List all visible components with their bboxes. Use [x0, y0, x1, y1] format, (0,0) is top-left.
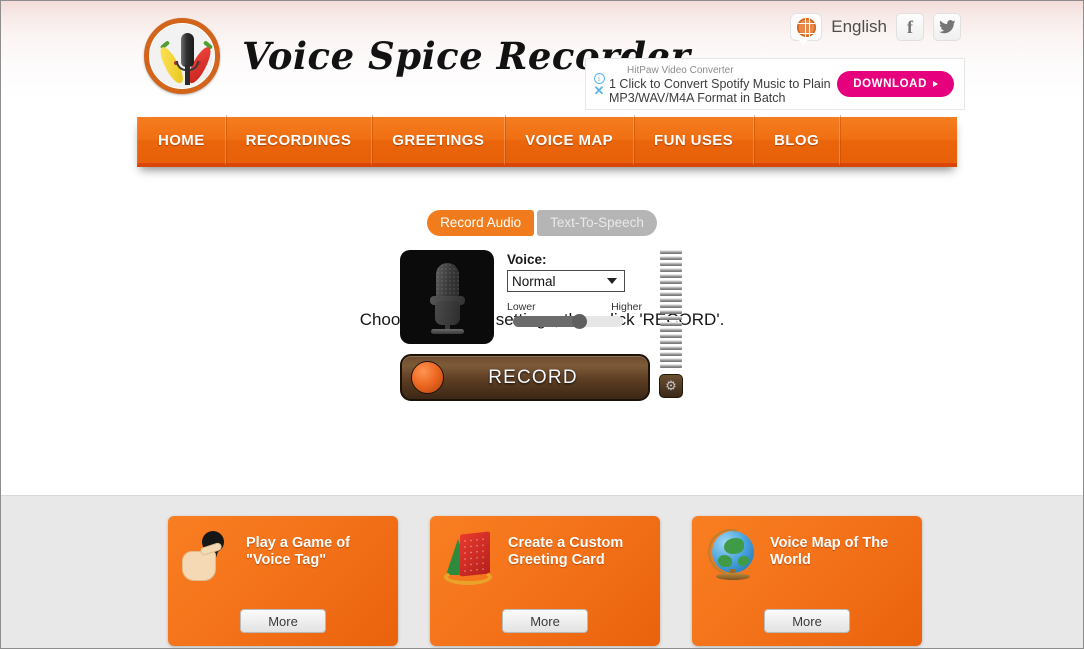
volume-meter-bar: [660, 340, 682, 344]
volume-meter-bar: [660, 358, 682, 362]
volume-meter-bar: [660, 328, 682, 332]
volume-meter-bar: [660, 352, 682, 356]
ad-headline-line1: 1 Click to Convert Spotify Music to Plai…: [609, 76, 831, 91]
pitch-higher-label: Higher: [611, 301, 642, 313]
volume-meter: [660, 250, 682, 370]
volume-meter-bar: [660, 310, 682, 314]
volume-meter-bar: [660, 256, 682, 260]
mode-toggle-group: Record Audio Text-To-Speech: [1, 210, 1083, 236]
ad-headline-line2: MP3/WAV/M4A Format in Batch: [609, 90, 786, 105]
language-label[interactable]: English: [831, 17, 887, 37]
ad-download-button[interactable]: DOWNLOAD: [837, 71, 954, 97]
volume-meter-bar: [660, 346, 682, 350]
twitter-bird-glyph: [938, 20, 955, 34]
nav-item-home[interactable]: HOME: [137, 115, 226, 165]
volume-meter-bar: [660, 316, 682, 320]
promo-card-title: Voice Map of The World: [770, 535, 889, 568]
main-navigation: HOME RECORDINGS GREETINGS VOICE MAP FUN …: [137, 115, 957, 167]
tab-record-audio[interactable]: Record Audio: [427, 210, 535, 236]
voice-select-value: Normal: [512, 273, 556, 289]
microphone-icon: [427, 261, 467, 334]
promo-card-row: Play a Game of "Voice Tag" More Create a…: [1, 496, 1083, 646]
promo-card-title: Create a Custom Greeting Card: [508, 535, 624, 568]
gear-icon[interactable]: ⚙: [659, 374, 683, 398]
record-indicator-icon: [411, 361, 444, 394]
promo-card-voice-map[interactable]: Voice Map of The World More: [692, 516, 922, 646]
ad-text-block: HitPaw Video Converter 1 Click to Conver…: [608, 64, 837, 105]
pitch-slider-fill: [513, 316, 579, 327]
mic-base: [431, 329, 464, 334]
volume-meter-bar: [660, 364, 682, 368]
volume-meter-bar: [660, 268, 682, 272]
volume-meter-bar: [660, 250, 682, 254]
voice-settings-group: Voice: Normal Lower Higher: [507, 252, 642, 329]
volume-meter-bar: [660, 298, 682, 302]
ad-icon-column: i ✕: [590, 72, 608, 97]
more-button[interactable]: More: [764, 609, 850, 633]
twitter-icon[interactable]: [933, 13, 961, 41]
promo-card-voice-tag[interactable]: Play a Game of "Voice Tag" More: [168, 516, 398, 646]
globe-icon: [699, 520, 763, 591]
volume-meter-bar: [660, 286, 682, 290]
volume-meter-bar: [660, 292, 682, 296]
voice-select[interactable]: Normal: [507, 270, 625, 292]
nav-item-greetings[interactable]: GREETINGS: [372, 115, 506, 165]
nav-item-fun-uses[interactable]: FUN USES: [634, 115, 755, 165]
microphone-preview: [400, 250, 494, 344]
ad-banner[interactable]: i ✕ HitPaw Video Converter 1 Click to Co…: [585, 58, 965, 110]
hand-microphone-icon: [180, 529, 238, 591]
tab-text-to-speech[interactable]: Text-To-Speech: [537, 210, 657, 236]
mic-body: [435, 301, 460, 325]
logo-badge-icon: [144, 18, 220, 94]
voice-label: Voice:: [507, 252, 547, 267]
info-icon[interactable]: i: [593, 72, 605, 84]
pitch-slider[interactable]: [513, 314, 623, 329]
language-selector[interactable]: [790, 13, 823, 46]
nav-item-blog[interactable]: BLOG: [754, 115, 841, 165]
ad-download-label: DOWNLOAD: [853, 78, 927, 90]
greeting-card-icon: [442, 529, 500, 591]
nav-item-recordings[interactable]: RECORDINGS: [226, 115, 373, 165]
promo-card-greeting[interactable]: Create a Custom Greeting Card More: [430, 516, 660, 646]
globe-icon: [796, 17, 816, 37]
facebook-icon[interactable]: f: [896, 13, 924, 41]
pitch-slider-thumb[interactable]: [572, 314, 587, 329]
logo-mic-stand: [185, 65, 190, 85]
volume-meter-bar: [660, 280, 682, 284]
chevron-down-icon: [607, 278, 617, 284]
volume-meter-bar: [660, 274, 682, 278]
volume-meter-bar: [660, 262, 682, 266]
header-utility-bar: English f: [790, 13, 961, 46]
page-root: Voice Spice Recorder English f i ✕ HitPa…: [0, 0, 1084, 649]
nav-item-voice-map[interactable]: VOICE MAP: [505, 115, 635, 165]
pitch-slider-labels: Lower Higher: [507, 301, 642, 313]
more-button[interactable]: More: [240, 609, 326, 633]
record-button[interactable]: RECORD: [400, 354, 650, 401]
chevron-right-icon: [933, 81, 938, 87]
record-button-label: RECORD: [488, 366, 578, 388]
volume-meter-bar: [660, 334, 682, 338]
ad-advertiser: HitPaw Video Converter: [627, 64, 734, 76]
promo-section: Play a Game of "Voice Tag" More Create a…: [1, 495, 1083, 648]
main-content: Record Audio Text-To-Speech Voice: Norma…: [1, 187, 1083, 495]
volume-meter-bar: [660, 322, 682, 326]
more-button[interactable]: More: [502, 609, 588, 633]
site-header: Voice Spice Recorder English f i ✕ HitPa…: [1, 1, 1083, 117]
close-icon[interactable]: ✕: [594, 84, 605, 97]
promo-card-title: Play a Game of "Voice Tag": [246, 535, 350, 568]
volume-meter-bar: [660, 304, 682, 308]
pitch-lower-label: Lower: [507, 301, 536, 313]
